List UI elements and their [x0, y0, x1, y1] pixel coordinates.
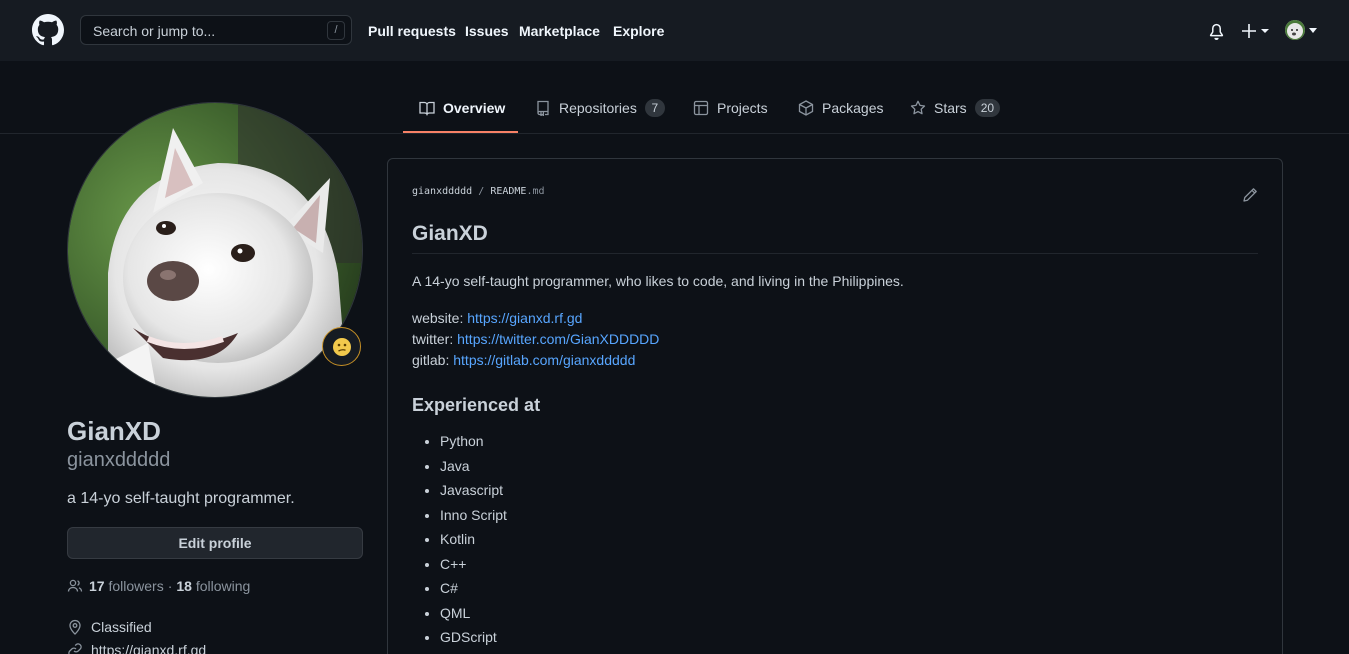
readme-file-name: README [490, 186, 527, 197]
profile-location: Classified [67, 619, 152, 635]
list-item: Kotlin [440, 529, 507, 554]
list-item: QML [440, 603, 507, 628]
repo-icon [537, 100, 549, 116]
readme-card: gianxddddd / README.md GianXD A 14-yo se… [387, 158, 1283, 654]
link-label: twitter: [412, 331, 454, 347]
edit-pencil-icon[interactable] [1242, 187, 1258, 203]
tab-label: Overview [443, 100, 506, 116]
readme-owner[interactable]: gianxddddd [412, 186, 472, 197]
nav-issues[interactable]: Issues [465, 23, 509, 39]
tab-stars[interactable]: Stars 20 [910, 96, 1001, 134]
follow-stats: 17 followers · 18 following [67, 578, 250, 594]
package-icon [798, 100, 814, 116]
list-item: Inno Script [440, 505, 507, 530]
readme-intro: A 14-yo self-taught programmer, who like… [412, 273, 904, 289]
book-icon [419, 101, 435, 116]
top-header: Search or jump to... / Pull requests Iss… [0, 0, 1349, 61]
list-item: Java [440, 456, 507, 481]
tab-label: Packages [822, 100, 884, 116]
dog-avatar-icon [1285, 20, 1305, 40]
list-item: GDScript [440, 627, 507, 652]
followers-label: followers [108, 578, 164, 594]
nav-marketplace[interactable]: Marketplace [519, 23, 600, 39]
tab-projects[interactable]: Projects [693, 96, 768, 134]
profile-avatar[interactable] [67, 102, 363, 398]
stars-count-badge: 20 [974, 99, 1001, 117]
gitlab-url-link[interactable]: https://gitlab.com/gianxddddd [453, 352, 635, 368]
nav-explore[interactable]: Explore [613, 23, 664, 39]
tab-packages[interactable]: Packages [798, 96, 883, 134]
readme-breadcrumb: gianxddddd / README.md [412, 186, 545, 197]
tab-label: Stars [934, 100, 967, 116]
link-label: gitlab: [412, 352, 450, 368]
search-placeholder: Search or jump to... [93, 23, 216, 39]
profile-fullname: GianXD [67, 416, 161, 446]
readme-link-line: website: https://gianxd.rf.gd [412, 310, 582, 326]
location-pin-icon [69, 619, 81, 635]
website-link[interactable]: https://gianxd.rf.gd [91, 642, 206, 654]
repositories-count-badge: 7 [644, 99, 665, 117]
readme-section-heading: Experienced at [412, 395, 541, 415]
location-text: Classified [91, 619, 152, 635]
user-avatar-small[interactable] [1285, 20, 1305, 40]
create-new-dropdown-icon[interactable] [1241, 22, 1271, 40]
dog-avatar-icon [68, 103, 362, 397]
following-label: following [195, 578, 251, 594]
readme-link-line: twitter: https://twitter.com/GianXDDDDD [412, 331, 659, 347]
list-item: Python [440, 431, 507, 456]
confused-face-icon [332, 337, 351, 356]
edit-profile-button[interactable]: Edit profile [67, 527, 363, 559]
tab-label: Repositories [559, 100, 637, 116]
link-label: website: [412, 310, 464, 326]
readme-title: GianXD [412, 222, 488, 245]
following-link[interactable]: 18 following [176, 578, 250, 594]
status-emoji-button[interactable] [322, 327, 361, 366]
tab-overview[interactable]: Overview [419, 96, 505, 134]
profile-bio: a 14-yo self-taught programmer. [67, 490, 295, 507]
search-shortcut-badge: / [327, 21, 345, 40]
website-url-link[interactable]: https://gianxd.rf.gd [467, 310, 582, 326]
list-item: C++ [440, 554, 507, 579]
link-icon [68, 643, 82, 654]
breadcrumb-separator: / [478, 186, 485, 197]
notification-bell-icon[interactable] [1208, 23, 1225, 40]
project-icon [693, 100, 709, 116]
readme-link-line: gitlab: https://gitlab.com/gianxddddd [412, 352, 635, 368]
readme-file-ext: .md [526, 186, 545, 197]
profile-username: gianxddddd [67, 449, 171, 471]
search-input[interactable]: Search or jump to... / [80, 15, 352, 45]
list-item: Javascript [440, 480, 507, 505]
follow-separator: · [167, 578, 173, 594]
tab-label: Projects [717, 100, 768, 116]
tab-repositories[interactable]: Repositories 7 [535, 96, 665, 134]
skills-list: Python Java Javascript Inno Script Kotli… [440, 431, 507, 652]
readme-title-rule [412, 253, 1258, 254]
star-icon [910, 100, 926, 115]
nav-pull-requests[interactable]: Pull requests [368, 23, 456, 39]
followers-link[interactable]: 17 followers [89, 578, 164, 594]
followers-count: 17 [89, 578, 105, 594]
following-count: 18 [176, 578, 192, 594]
list-item: C# [440, 578, 507, 603]
profile-website: https://gianxd.rf.gd [67, 642, 206, 654]
twitter-url-link[interactable]: https://twitter.com/GianXDDDDD [457, 331, 659, 347]
people-icon [67, 579, 83, 592]
github-logo-icon[interactable] [32, 14, 64, 46]
avatar-caret-icon[interactable] [1308, 28, 1318, 34]
